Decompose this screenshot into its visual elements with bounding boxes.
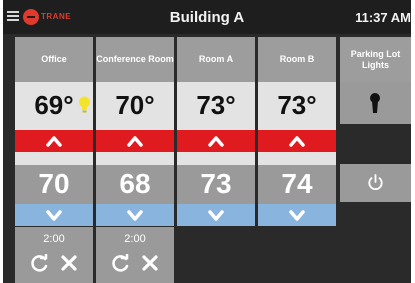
chevron-down-icon	[208, 210, 224, 221]
chevron-up-icon	[127, 136, 143, 147]
hold-tile: 2:00	[15, 227, 93, 283]
zone-name[interactable]: Office	[15, 37, 93, 82]
current-temperature-tile: 69°	[15, 82, 93, 165]
resume-schedule-icon[interactable]	[112, 254, 130, 272]
setpoint-down-button[interactable]	[96, 204, 174, 226]
hold-time: 2:00	[43, 233, 65, 245]
setpoint-tile: 73	[177, 165, 255, 204]
chevron-up-icon	[208, 136, 224, 147]
zone-name[interactable]: Conference Room	[96, 37, 174, 82]
setpoint-value: 70	[38, 168, 70, 199]
power-icon	[368, 174, 383, 190]
lightbulb-icon	[79, 96, 90, 113]
setpoint-up-button[interactable]	[258, 130, 336, 152]
chevron-down-icon	[46, 210, 62, 221]
lights-state-tile	[340, 82, 411, 124]
setpoint-value: 68	[119, 168, 151, 199]
setpoint-tile: 70	[15, 165, 93, 204]
page-title: Building A	[169, 9, 245, 26]
chevron-up-icon	[289, 136, 305, 147]
current-temperature: 73°	[277, 90, 317, 120]
setpoint-up-button[interactable]	[177, 130, 255, 152]
zone-name[interactable]: Room B	[258, 37, 336, 82]
current-temperature-tile: 73°	[177, 82, 255, 165]
keyhole-icon	[370, 93, 380, 113]
current-temperature: 73°	[196, 90, 236, 120]
current-temperature-tile: 70°	[96, 82, 174, 165]
setpoint-down-button[interactable]	[177, 204, 255, 226]
chevron-down-icon	[289, 210, 305, 221]
setpoint-down-button[interactable]	[258, 204, 336, 226]
chevron-up-icon	[46, 136, 62, 147]
lights-name[interactable]: Parking Lot Lights	[340, 37, 411, 82]
zone-name[interactable]: Room A	[177, 37, 255, 82]
cancel-hold-icon[interactable]	[142, 255, 158, 271]
setpoint-tile: 68	[96, 165, 174, 204]
current-temperature-tile: 73°	[258, 82, 336, 165]
setpoint-value: 73	[200, 168, 232, 199]
top-bar: TRANE Building A 11:37 AM	[3, 0, 411, 34]
setpoint-value: 74	[281, 168, 313, 199]
lights-power-button[interactable]	[340, 164, 411, 202]
hold-time: 2:00	[124, 233, 146, 245]
chevron-down-icon	[127, 210, 143, 221]
resume-schedule-icon[interactable]	[31, 254, 49, 272]
setpoint-tile: 74	[258, 165, 336, 204]
current-temperature: 70°	[115, 90, 155, 120]
setpoint-up-button[interactable]	[96, 130, 174, 152]
hold-tile: 2:00	[96, 227, 174, 283]
thermostat-screen: TRANE Building A 11:37 AM Office 69° 70 …	[3, 0, 411, 283]
setpoint-down-button[interactable]	[15, 204, 93, 226]
clock: 11:37 AM	[355, 10, 411, 25]
cancel-hold-icon[interactable]	[61, 255, 77, 271]
setpoint-up-button[interactable]	[15, 130, 93, 152]
